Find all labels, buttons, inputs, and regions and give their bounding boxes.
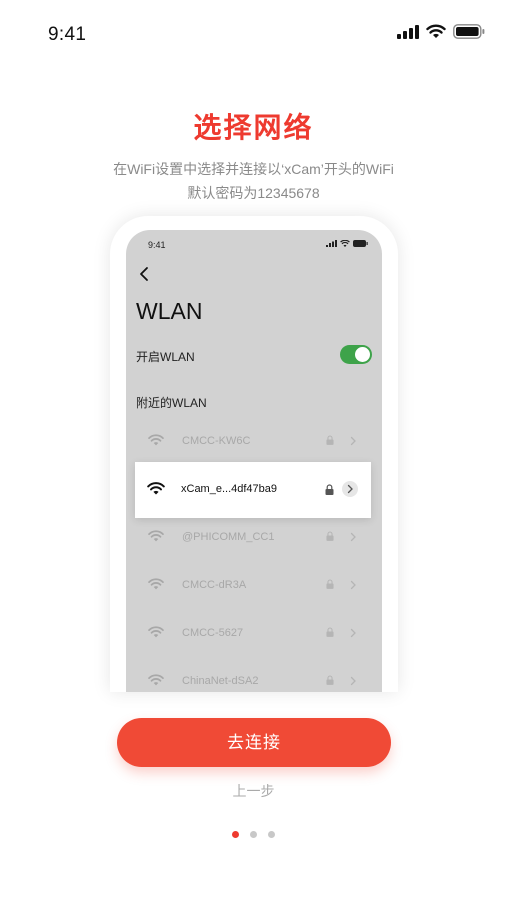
- phone-mockup: 9:41 WLAN 开启WLAN 附近的WLAN CMCC-KW6C @PHICO…: [110, 216, 398, 692]
- chevron-right-icon: [350, 628, 356, 638]
- highlighted-network-name: xCam_e...4df47ba9: [181, 483, 278, 495]
- lock-icon: [326, 627, 334, 637]
- mockup-status-icons: [326, 240, 368, 247]
- toggle-knob: [355, 347, 370, 362]
- signal-icon: [397, 24, 419, 39]
- chevron-right-icon: [350, 436, 356, 446]
- previous-step-link[interactable]: 上一步: [0, 781, 507, 801]
- mockup-network-name: CMCC-KW6C: [182, 435, 251, 447]
- page-dot: [232, 831, 239, 838]
- lock-icon: [325, 484, 334, 495]
- mockup-open-wlan-label: 开启WLAN: [136, 350, 195, 364]
- lock-icon: [326, 435, 334, 445]
- battery-icon: [453, 24, 485, 39]
- status-bar: 9:41: [0, 0, 507, 70]
- mockup-nearby-label: 附近的WLAN: [136, 396, 207, 410]
- instruction-line-1: 在WiFi设置中选择并连接以‘xCam’开头的WiFi: [113, 161, 394, 177]
- page-indicator: [0, 831, 507, 838]
- chevron-right-icon: [350, 676, 356, 686]
- mockup-screen: 9:41 WLAN 开启WLAN 附近的WLAN CMCC-KW6C @PHICO…: [126, 230, 382, 692]
- chevron-right-icon: [350, 580, 356, 590]
- wifi-icon: [148, 626, 164, 638]
- wifi-icon: [148, 578, 164, 590]
- mockup-time: 9:41: [148, 240, 166, 250]
- mockup-battery-icon: [353, 240, 368, 247]
- page-dot: [250, 831, 257, 838]
- mockup-back-icon: [140, 267, 148, 281]
- lock-icon: [326, 675, 334, 685]
- chevron-right-icon: [350, 532, 356, 542]
- highlighted-network-row: xCam_e...4df47ba9: [135, 462, 371, 518]
- lock-icon: [326, 531, 334, 541]
- wifi-icon: [147, 482, 165, 495]
- mockup-network-name: @PHICOMM_CC1: [182, 531, 275, 543]
- wifi-icon: [148, 434, 164, 446]
- mockup-network-row: ChinaNet-dSA2: [126, 658, 382, 692]
- mockup-network-row: @PHICOMM_CC1: [126, 514, 382, 562]
- page-title: 选择网络: [193, 112, 314, 143]
- mockup-network-row: CMCC-5627: [126, 610, 382, 658]
- mockup-network-name: ChinaNet-dSA2: [182, 675, 259, 687]
- mockup-wlan-toggle: [340, 345, 372, 364]
- mockup-signal-icon: [326, 240, 337, 247]
- status-time: 9:41: [48, 24, 87, 45]
- instruction-line-2: 默认密码为12345678: [187, 185, 320, 201]
- lock-icon: [326, 579, 334, 589]
- status-icons: [397, 24, 485, 39]
- wifi-icon: [148, 530, 164, 542]
- chevron-right-icon: [342, 481, 358, 497]
- mockup-network-row: CMCC-dR3A: [126, 562, 382, 610]
- mockup-screen-title: WLAN: [136, 298, 203, 324]
- wifi-icon: [426, 24, 446, 38]
- wifi-icon: [148, 674, 164, 686]
- connect-button[interactable]: 去连接: [117, 718, 391, 767]
- instruction-text: 在WiFi设置中选择并连接以‘xCam’开头的WiFi 默认密码为1234567…: [0, 157, 507, 205]
- mockup-network-name: CMCC-5627: [182, 627, 244, 639]
- mockup-wifi-icon: [340, 240, 350, 247]
- mockup-network-row: CMCC-KW6C: [126, 418, 382, 466]
- page-dot: [268, 831, 275, 838]
- mockup-network-name: CMCC-dR3A: [182, 579, 247, 591]
